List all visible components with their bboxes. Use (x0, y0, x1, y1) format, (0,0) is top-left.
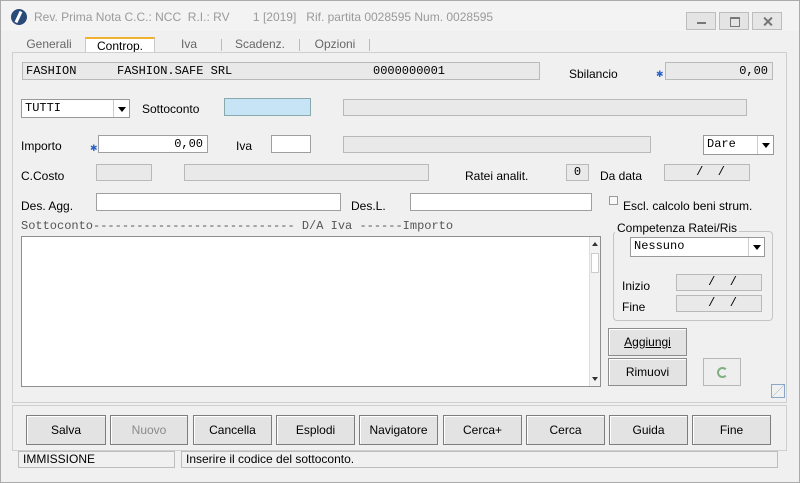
dare-select-value: Dare (707, 137, 736, 151)
sbilancio-value: 0,00 (665, 62, 773, 80)
escl-calcolo-checkbox[interactable] (609, 196, 618, 205)
guida-button[interactable]: Guida (609, 415, 688, 445)
status-message: Inserire il codice del sottoconto. (181, 451, 778, 468)
status-mode: IMMISSIONE (18, 451, 175, 468)
tab-controp[interactable]: Controp. (85, 37, 155, 53)
window-title: Rev. Prima Nota C.C.: NCC R.I.: RV 1 [20… (34, 10, 494, 24)
competenza-title: Competenza Ratei/Ris (615, 221, 740, 235)
iva-input[interactable] (271, 135, 311, 153)
maximize-button[interactable] (719, 12, 749, 30)
header-code: FASHION (26, 64, 77, 78)
filter-select[interactable]: TUTTI (21, 99, 130, 118)
tab-opzioni[interactable]: Opzioni (303, 37, 367, 53)
chevron-down-icon (757, 136, 773, 154)
nuovo-button[interactable]: Nuovo (110, 415, 188, 445)
ratei-analit-label: Ratei analit. (465, 169, 529, 183)
minimize-button[interactable] (686, 12, 716, 30)
esplodi-button[interactable]: Esplodi (276, 415, 355, 445)
des-agg-label: Des. Agg. (21, 199, 74, 213)
inizio-label: Inizio (622, 279, 651, 293)
ccosto-input[interactable] (96, 164, 152, 181)
des-l-label: Des.L. (351, 199, 386, 213)
ccosto-label: C.Costo (21, 169, 65, 183)
iva-description (343, 136, 651, 153)
cerca-plus-button[interactable]: Cerca+ (443, 415, 522, 445)
title-bar: Rev. Prima Nota C.C.: NCC R.I.: RV 1 [20… (1, 1, 799, 31)
cancella-button[interactable]: Cancella (193, 415, 272, 445)
refresh-icon (717, 367, 728, 378)
controp-panel: FASHION FASHION.SAFE SRL 0000000001 Sbil… (12, 52, 787, 403)
tab-separator (221, 39, 222, 51)
des-agg-input[interactable] (96, 193, 341, 211)
cerca-button[interactable]: Cerca (526, 415, 605, 445)
required-marker-icon: ✱ (90, 143, 98, 153)
scroll-thumb[interactable] (591, 253, 599, 273)
da-data-label: Da data (600, 169, 643, 183)
header-number: 0000000001 (373, 64, 446, 78)
app-logo-icon (11, 9, 27, 25)
toolbar: Salva Nuovo Cancella Esplodi Navigatore … (12, 405, 787, 451)
list-header: Sottoconto---------------------------- D… (21, 219, 454, 233)
sottoconto-label: Sottoconto (142, 102, 200, 116)
sottoconto-description (343, 99, 747, 116)
tab-separator (299, 39, 300, 51)
competenza-select-value: Nessuno (634, 239, 685, 253)
list-scrollbar[interactable] (589, 237, 600, 386)
scroll-down-icon[interactable] (592, 377, 598, 381)
tab-generali[interactable]: Generali (15, 37, 83, 53)
fine-label: Fine (622, 300, 646, 314)
escl-calcolo-label: Escl. calcolo beni strum. (623, 199, 753, 213)
iva-label: Iva (236, 139, 253, 153)
ratei-analit-value: 0 (566, 164, 589, 181)
aggiungi-button[interactable]: Aggiungi (608, 328, 687, 356)
refresh-button[interactable] (703, 358, 741, 386)
importo-label: Importo (21, 139, 62, 153)
competenza-select[interactable]: Nessuno (630, 237, 765, 257)
main-window: Rev. Prima Nota C.C.: NCC R.I.: RV 1 [20… (0, 0, 800, 483)
scroll-up-icon[interactable] (592, 242, 598, 246)
filter-select-value: TUTTI (25, 101, 62, 115)
sottoconto-input[interactable] (224, 98, 311, 116)
ccosto-description (184, 164, 429, 181)
fine-input[interactable]: / / (676, 295, 762, 312)
resize-grip-icon[interactable] (771, 384, 785, 398)
close-button[interactable] (752, 12, 782, 30)
rimuovi-button[interactable]: Rimuovi (608, 358, 687, 386)
fine-button[interactable]: Fine (692, 415, 771, 445)
inizio-input[interactable]: / / (676, 274, 762, 291)
da-data-input[interactable]: / / (664, 164, 750, 181)
chevron-down-icon (748, 238, 764, 256)
tab-separator (369, 39, 370, 51)
importo-input[interactable]: 0,00 (98, 135, 208, 153)
sbilancio-label: Sbilancio (569, 67, 618, 81)
navigatore-button[interactable]: Navigatore (359, 415, 438, 445)
salva-button[interactable]: Salva (26, 415, 106, 445)
header-company: FASHION.SAFE SRL (117, 64, 233, 78)
account-header-box: FASHION FASHION.SAFE SRL 0000000001 (22, 62, 540, 80)
dare-avere-select[interactable]: Dare (703, 135, 774, 155)
required-marker-icon: ✱ (656, 69, 664, 79)
sottoconti-list[interactable] (21, 236, 601, 387)
tab-iva[interactable]: Iva (161, 37, 217, 53)
tab-scadenz[interactable]: Scadenz. (225, 37, 295, 53)
des-l-input[interactable] (410, 193, 592, 211)
chevron-down-icon (113, 100, 129, 117)
